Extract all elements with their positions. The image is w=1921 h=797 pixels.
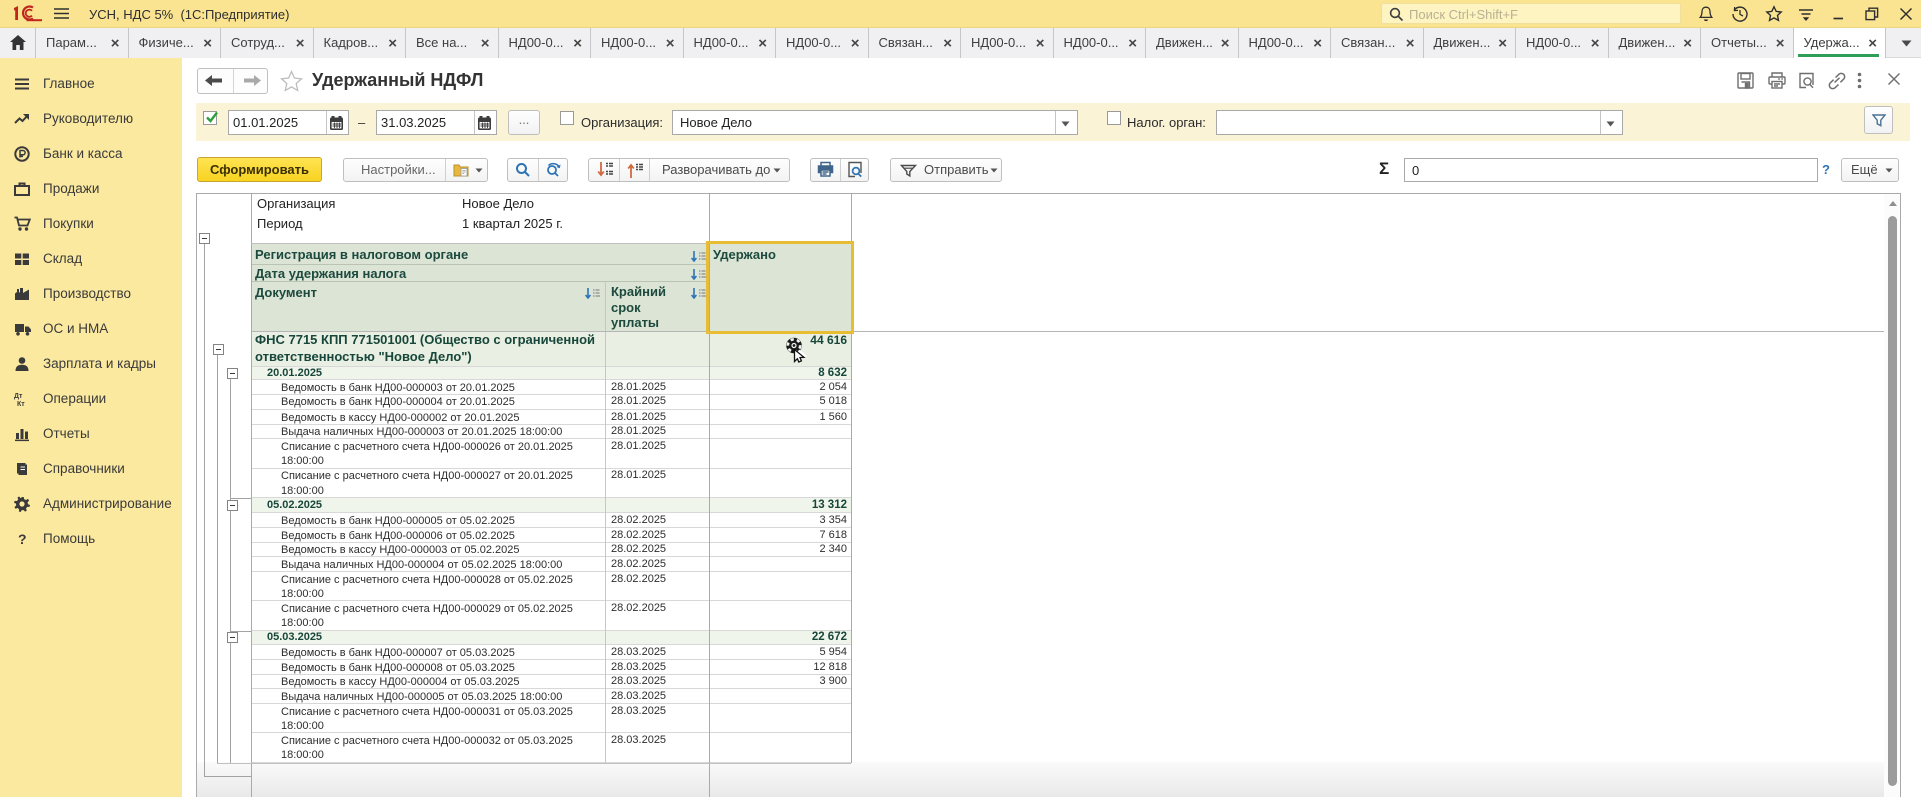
svg-text:Дт: Дт <box>14 393 23 400</box>
svg-text:?: ? <box>18 531 27 547</box>
svg-text:Кт: Кт <box>17 401 25 407</box>
